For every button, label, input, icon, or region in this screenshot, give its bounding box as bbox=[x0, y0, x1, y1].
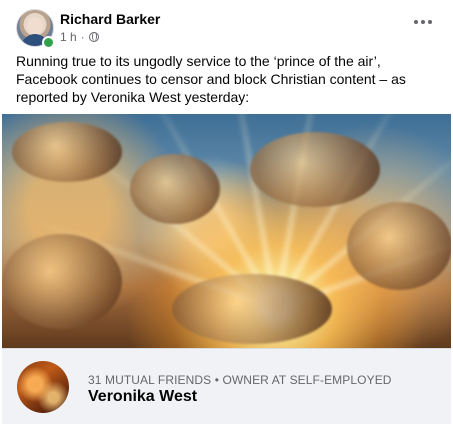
meta-separator: · bbox=[80, 30, 85, 44]
cloud bbox=[250, 132, 380, 207]
more-dot-icon bbox=[414, 20, 418, 24]
cloud bbox=[347, 202, 451, 290]
post-meta: 1 h · bbox=[60, 30, 99, 44]
more-dot-icon bbox=[428, 20, 432, 24]
post-time[interactable]: 1 h bbox=[60, 30, 77, 44]
cloud bbox=[172, 274, 332, 344]
more-icon[interactable] bbox=[411, 13, 435, 31]
post-text: Running true to its ungodly service to t… bbox=[16, 53, 406, 105]
preview-name[interactable]: Veronika West bbox=[88, 388, 197, 406]
author-name[interactable]: Richard Barker bbox=[60, 11, 160, 27]
online-status-icon bbox=[42, 36, 55, 49]
facebook-post-card: Richard Barker 1 h · Running true to its… bbox=[0, 0, 453, 424]
cloud bbox=[12, 122, 122, 182]
cloud bbox=[2, 234, 122, 329]
post-header: Richard Barker 1 h · bbox=[16, 9, 441, 49]
preview-avatar[interactable] bbox=[17, 361, 69, 413]
avatar-face bbox=[27, 17, 43, 35]
cloud bbox=[130, 154, 220, 224]
profile-preview[interactable]: 31 MUTUAL FRIENDS • OWNER AT SELF-EMPLOY… bbox=[2, 348, 451, 424]
more-dot-icon bbox=[421, 20, 425, 24]
post-image[interactable] bbox=[2, 114, 451, 348]
globe-icon[interactable] bbox=[88, 32, 99, 42]
preview-meta: 31 MUTUAL FRIENDS • OWNER AT SELF-EMPLOY… bbox=[88, 373, 392, 387]
